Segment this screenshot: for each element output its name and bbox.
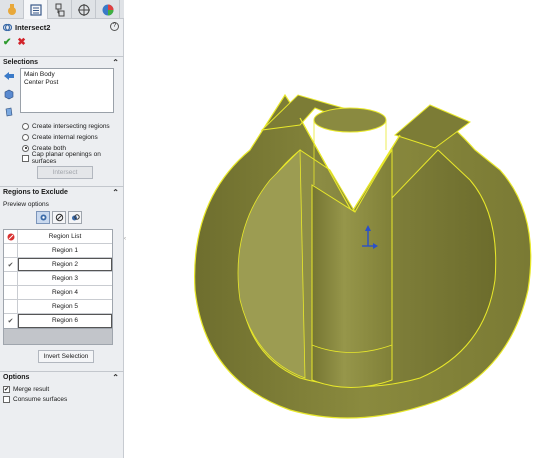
property-manager-tabs: [0, 0, 124, 19]
region-label[interactable]: Region 2: [18, 258, 112, 271]
region-exclude-checkbox[interactable]: ✔: [4, 314, 18, 328]
ok-cancel-bar: ✔ ✖: [3, 36, 26, 48]
radio-label: Create internal regions: [32, 133, 98, 141]
consume-surfaces-checkbox[interactable]: [3, 395, 10, 403]
exclude-column-icon-cell: [4, 230, 18, 243]
consume-surfaces-label: Consume surfaces: [13, 395, 68, 403]
solid-body-icon: [4, 89, 14, 100]
merge-result-label: Merge result: [13, 385, 50, 393]
selection-type-icons: [3, 70, 17, 124]
options-section-header[interactable]: Options ⌃: [0, 371, 124, 383]
preview-included-button[interactable]: [36, 211, 50, 224]
table-row[interactable]: Region 4: [4, 286, 112, 300]
tab-feature-manager[interactable]: [0, 0, 24, 19]
help-icon[interactable]: ?: [110, 22, 119, 31]
property-manager-icon: [29, 3, 42, 16]
region-exclude-checkbox[interactable]: ✔: [4, 258, 18, 271]
selection-item[interactable]: Center Post: [24, 79, 110, 87]
region-exclude-checkbox[interactable]: [4, 272, 18, 285]
preview-both-icon: [71, 214, 80, 221]
model-3d-view[interactable]: [129, 0, 548, 458]
intersect-feature-icon: [3, 23, 12, 32]
table-row[interactable]: Region 5: [4, 300, 112, 314]
invert-selection-button[interactable]: Invert Selection: [38, 350, 94, 363]
surface-body-icon: [5, 107, 13, 117]
property-manager-panel: Intersect2 ? ✔ ✖ Selections ⌃ Main Body …: [0, 0, 124, 458]
region-exclude-checkbox[interactable]: [4, 244, 18, 257]
table-row[interactable]: Region 1: [4, 244, 112, 258]
region-list-column-header: Region List: [48, 233, 82, 240]
region-label[interactable]: Region 1: [18, 244, 112, 257]
radio-label: Create intersecting regions: [32, 122, 110, 130]
exclude-icon: [7, 233, 14, 240]
feature-header: Intersect2 ?: [0, 20, 124, 35]
merge-result-checkbox[interactable]: ✔: [3, 385, 10, 393]
select-bodies-icon[interactable]: [3, 70, 15, 82]
region-label[interactable]: Region 5: [18, 300, 112, 313]
tab-display-manager[interactable]: [96, 0, 120, 19]
preview-options-label: Preview options: [3, 201, 49, 208]
preview-excluded-button[interactable]: [52, 211, 66, 224]
ok-button[interactable]: ✔: [3, 37, 11, 48]
merge-result-row[interactable]: ✔ Merge result: [3, 384, 49, 394]
table-row[interactable]: Region 3: [4, 272, 112, 286]
cap-planar-checkbox-row[interactable]: Cap planar openings on surfaces: [22, 151, 123, 165]
collapse-chevron-icon[interactable]: ⌃: [112, 372, 119, 384]
region-exclude-checkbox[interactable]: [4, 300, 18, 313]
radio-button[interactable]: [22, 133, 29, 141]
region-label[interactable]: Region 6: [18, 314, 112, 328]
dimxpert-icon: [77, 3, 90, 16]
region-list-empty-area: [3, 329, 113, 345]
display-manager-icon: [102, 4, 113, 15]
region-exclude-checkbox[interactable]: [4, 286, 18, 299]
regions-header-label: Regions to Exclude: [3, 189, 68, 196]
radio-create-internal[interactable]: Create internal regions: [22, 132, 98, 142]
selections-header-label: Selections: [3, 59, 39, 66]
selections-listbox[interactable]: Main Body Center Post: [20, 68, 114, 113]
collapse-chevron-icon[interactable]: ⌃: [112, 187, 119, 199]
consume-surfaces-row[interactable]: Consume surfaces: [3, 394, 67, 404]
tab-property-manager[interactable]: [24, 0, 48, 19]
feature-title: Intersect2: [15, 23, 51, 32]
regions-section-header[interactable]: Regions to Exclude ⌃: [0, 186, 124, 198]
center-post-body[interactable]: [311, 107, 393, 388]
graphics-viewport[interactable]: [129, 0, 548, 458]
radio-create-intersecting[interactable]: Create intersecting regions: [22, 121, 110, 131]
preview-included-icon: [40, 214, 46, 221]
configuration-manager-icon: [55, 3, 64, 16]
tab-dimxpert-manager[interactable]: [72, 0, 96, 19]
preview-both-button[interactable]: [68, 211, 82, 224]
radio-button[interactable]: [22, 144, 29, 152]
region-label[interactable]: Region 3: [18, 272, 112, 285]
table-row[interactable]: ✔ Region 6: [4, 314, 112, 328]
cap-planar-label: Cap planar openings on surfaces: [31, 151, 101, 165]
feature-manager-icon: [7, 3, 16, 15]
options-header-label: Options: [3, 374, 30, 381]
intersect-button[interactable]: Intersect: [37, 166, 93, 179]
radio-button[interactable]: [22, 122, 29, 130]
region-list-table: Region List Region 1 ✔ Region 2 Region 3…: [3, 229, 113, 329]
tab-configuration-manager[interactable]: [48, 0, 72, 19]
table-row[interactable]: ✔ Region 2: [4, 258, 112, 272]
cap-planar-checkbox[interactable]: [22, 154, 29, 162]
region-label[interactable]: Region 4: [18, 286, 112, 299]
preview-options-buttons: [36, 211, 82, 224]
region-list-header-row: Region List: [4, 230, 112, 244]
preview-excluded-icon: [55, 213, 63, 222]
selections-section-header[interactable]: Selections ⌃: [0, 56, 124, 68]
selection-item[interactable]: Main Body: [24, 71, 110, 79]
cancel-button[interactable]: ✖: [17, 37, 25, 48]
